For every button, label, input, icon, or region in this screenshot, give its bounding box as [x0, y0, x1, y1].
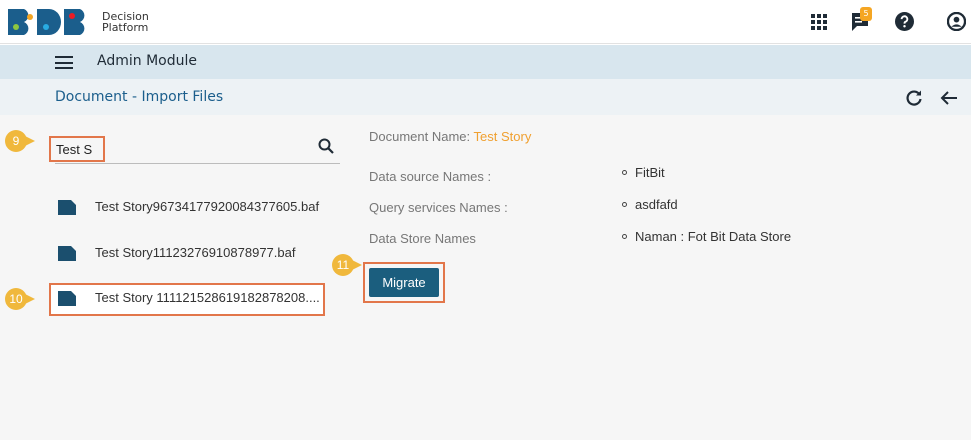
document-name-value: Test Story — [473, 129, 532, 144]
file-name: Test Story 111121528619182878208.... — [95, 290, 320, 305]
help-icon[interactable] — [895, 12, 914, 31]
callout-marker-10: 10 — [5, 288, 43, 310]
query-services-value-row: asdfafd — [622, 197, 678, 212]
file-name: Test Story96734177920084377605.baf — [95, 199, 320, 214]
callout-marker-11: 11 — [332, 254, 370, 276]
list-item[interactable]: Test Story11123276910878977.baf — [55, 242, 335, 266]
bdb-logo-icon — [8, 9, 85, 35]
search-input[interactable] — [56, 138, 206, 160]
logo-text: Decision Platform — [102, 11, 149, 33]
data-store-value-row: Naman : Fot Bit Data Store — [622, 229, 791, 244]
file-icon — [58, 291, 76, 306]
refresh-icon[interactable] — [905, 89, 923, 107]
menu-icon[interactable] — [55, 56, 73, 69]
callout-marker-9: 9 — [5, 130, 43, 152]
migrate-button[interactable]: Migrate — [369, 268, 439, 297]
data-store-value: Naman : Fot Bit Data Store — [635, 229, 792, 244]
file-name: Test Story11123276910878977.baf — [95, 245, 296, 260]
list-item[interactable]: Test Story96734177920084377605.baf — [55, 196, 335, 220]
notifications-button[interactable]: 5 — [851, 7, 873, 32]
query-services-label: Query services Names : — [369, 200, 508, 215]
user-account-icon[interactable] — [947, 12, 966, 31]
apps-grid-icon[interactable] — [811, 14, 827, 30]
data-source-value: FitBit — [635, 165, 665, 180]
logo-line-2: Platform — [102, 21, 149, 34]
document-name-label: Document Name: — [369, 129, 471, 144]
back-arrow-icon[interactable] — [939, 89, 959, 107]
bullet-icon — [622, 234, 627, 240]
document-name-row: Document Name: Test Story — [369, 129, 531, 144]
page-header: Document - Import Files — [0, 79, 971, 115]
bullet-icon — [622, 202, 627, 208]
page-title: Document - Import Files — [55, 89, 224, 105]
module-bar: Admin Module — [0, 45, 971, 79]
top-bar: Decision Platform 5 — [0, 0, 971, 44]
notification-badge: 5 — [860, 7, 872, 21]
file-icon — [58, 200, 76, 215]
file-icon — [58, 246, 76, 261]
bullet-icon — [622, 170, 627, 176]
query-services-value: asdfafd — [635, 197, 678, 212]
data-store-label: Data Store Names — [369, 231, 476, 246]
search-underline — [55, 163, 340, 164]
data-source-label: Data source Names : — [369, 169, 492, 184]
logo[interactable]: Decision Platform — [6, 6, 149, 38]
module-title: Admin Module — [97, 53, 197, 69]
search-icon[interactable] — [318, 138, 334, 154]
list-item-selected[interactable]: Test Story 111121528619182878208.... — [55, 287, 335, 311]
data-source-value-row: FitBit — [622, 165, 665, 180]
